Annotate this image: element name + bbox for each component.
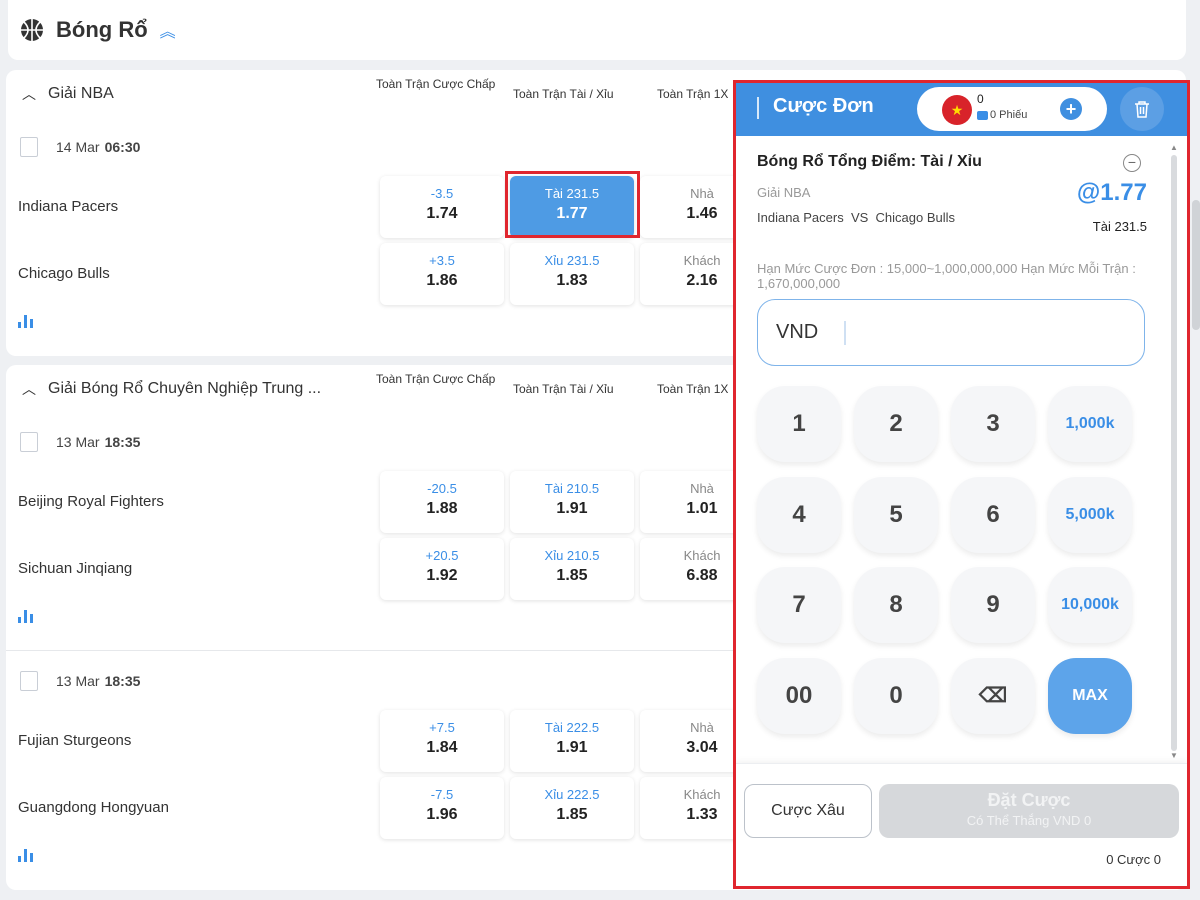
stats-icon[interactable] bbox=[18, 848, 36, 862]
text-cursor bbox=[844, 321, 846, 345]
scroll-down-icon[interactable]: ▼ bbox=[1170, 751, 1178, 760]
bet-league: Giải NBA bbox=[757, 185, 811, 200]
league-name: Giải NBA bbox=[48, 85, 114, 102]
bet-pick: Tài 231.5 bbox=[1092, 219, 1147, 234]
bet-odds: @1.77 bbox=[1076, 179, 1147, 206]
keypad-key[interactable]: 3 bbox=[951, 386, 1035, 462]
keypad-key[interactable]: 1 bbox=[757, 386, 841, 462]
page-scrollbar[interactable] bbox=[1192, 200, 1200, 330]
bet-market-title: Bóng Rổ Tổng Điểm: Tài / Xỉu bbox=[757, 153, 982, 170]
chevron-up-icon[interactable]: ︿ bbox=[22, 84, 36, 104]
potential-win-label: Có Thể Thắng VND 0 bbox=[966, 813, 1092, 828]
remove-bet-icon[interactable]: − bbox=[1123, 154, 1141, 172]
scroll-thumb[interactable] bbox=[1171, 155, 1177, 751]
bookmark-icon[interactable] bbox=[20, 137, 38, 157]
column-header-over-under: Toàn Trận Tài / Xỉu bbox=[513, 382, 614, 396]
league-toggle[interactable]: ︿ Giải Bóng Rổ Chuyên Nghiệp Trung ... bbox=[22, 379, 321, 399]
vietnam-flag-icon: ★ bbox=[942, 95, 972, 125]
odds-button[interactable]: Xỉu 210.5 1.85 bbox=[510, 538, 634, 600]
stats-icon[interactable] bbox=[18, 314, 36, 328]
quick-stake-key[interactable]: 10,000k bbox=[1048, 567, 1132, 643]
bet-limits: Hạn Mức Cược Đơn : 15,000~1,000,000,000 … bbox=[757, 261, 1136, 291]
quick-stake-key[interactable]: 1,000k bbox=[1048, 386, 1132, 462]
team-away: Chicago Bulls bbox=[18, 265, 110, 282]
bet-count-summary: 0 Cược 0 bbox=[1106, 852, 1161, 867]
odds-button[interactable]: -7.5 1.96 bbox=[380, 777, 504, 839]
stake-input[interactable]: VND bbox=[757, 299, 1145, 366]
sport-header: Bóng Rổ ︽ bbox=[8, 0, 1186, 60]
keypad-key[interactable]: 2 bbox=[854, 386, 938, 462]
scrollbar[interactable]: ▲ ▼ bbox=[1169, 143, 1179, 763]
team-away: Guangdong Hongyuan bbox=[18, 799, 169, 816]
bookmark-icon[interactable] bbox=[20, 671, 38, 691]
odds-button[interactable]: +3.5 1.86 bbox=[380, 243, 504, 305]
keypad-key[interactable]: 0 bbox=[854, 658, 938, 734]
team-home: Indiana Pacers bbox=[18, 198, 119, 215]
column-header-1x2: Toàn Trận 1X bbox=[657, 382, 729, 396]
ticket-icon bbox=[977, 110, 988, 120]
column-header-1x2: Toàn Trận 1X bbox=[657, 87, 729, 101]
team-away: Sichuan Jinqiang bbox=[18, 560, 133, 577]
column-header-handicap: Toàn Trận Cược Chấp bbox=[376, 77, 496, 91]
match-date: 13 Mar 18:35 bbox=[20, 432, 140, 452]
max-stake-button[interactable]: MAX bbox=[1048, 658, 1132, 734]
keypad-key[interactable]: 8 bbox=[854, 567, 938, 643]
odds-button[interactable]: Tài 210.5 1.91 bbox=[510, 471, 634, 533]
place-bet-button[interactable]: Đặt Cược Có Thể Thắng VND 0 bbox=[879, 784, 1179, 838]
currency-label: VND bbox=[776, 321, 819, 343]
bet-slip-footer: Cược Xâu Đặt Cược Có Thể Thắng VND 0 0 C… bbox=[736, 763, 1187, 886]
chevron-up-icon[interactable]: ︿ bbox=[22, 379, 36, 399]
odds-button[interactable]: -3.5 1.74 bbox=[380, 176, 504, 238]
chevron-up-double-icon[interactable]: ︽ bbox=[160, 18, 176, 42]
match-date: 14 Mar 06:30 bbox=[20, 137, 140, 157]
keypad-key[interactable]: 9 bbox=[951, 567, 1035, 643]
column-header-over-under: Toàn Trận Tài / Xỉu bbox=[513, 87, 614, 101]
odds-button[interactable]: -20.5 1.88 bbox=[380, 471, 504, 533]
ticket-count: 0 Phiếu bbox=[977, 109, 1027, 121]
league-name: Giải Bóng Rổ Chuyên Nghiệp Trung ... bbox=[48, 380, 322, 397]
add-icon[interactable]: + bbox=[1060, 98, 1082, 120]
place-bet-label: Đặt Cược bbox=[987, 790, 1071, 810]
odds-button[interactable]: +7.5 1.84 bbox=[380, 710, 504, 772]
scroll-up-icon[interactable]: ▲ bbox=[1170, 143, 1178, 152]
odds-button[interactable]: Xỉu 231.5 1.83 bbox=[510, 243, 634, 305]
selection-highlight bbox=[505, 171, 640, 238]
team-home: Fujian Sturgeons bbox=[18, 732, 132, 749]
match-date: 13 Mar 18:35 bbox=[20, 671, 140, 691]
bet-matchup: Indiana Pacers VS Chicago Bulls bbox=[757, 210, 956, 225]
ticket-counter[interactable]: ★ 0 0 Phiếu + bbox=[917, 87, 1107, 131]
odds-button[interactable]: Xỉu 222.5 1.85 bbox=[510, 777, 634, 839]
quick-stake-key[interactable]: 5,000k bbox=[1048, 477, 1132, 553]
bet-slip-title: Cược Đơn bbox=[773, 95, 874, 117]
basketball-icon bbox=[21, 19, 43, 41]
trash-icon[interactable] bbox=[1120, 87, 1164, 131]
team-home: Beijing Royal Fighters bbox=[18, 493, 164, 510]
backspace-icon[interactable]: ⌫ bbox=[951, 658, 1035, 734]
keypad-key[interactable]: 5 bbox=[854, 477, 938, 553]
column-header-handicap: Toàn Trận Cược Chấp bbox=[376, 372, 496, 386]
stats-icon[interactable] bbox=[18, 609, 36, 623]
keypad-key[interactable]: 4 bbox=[757, 477, 841, 553]
keypad-key[interactable]: 6 bbox=[951, 477, 1035, 553]
bet-count: 0 bbox=[977, 92, 984, 106]
league-toggle[interactable]: ︿ Giải NBA bbox=[22, 84, 114, 104]
bet-slip-panel: Cược Đơn ★ 0 0 Phiếu + Bóng Rổ Tổng Điểm… bbox=[736, 83, 1187, 886]
odds-button[interactable]: +20.5 1.92 bbox=[380, 538, 504, 600]
keypad-key[interactable]: 00 bbox=[757, 658, 841, 734]
bet-slip-header: Cược Đơn ★ 0 0 Phiếu + bbox=[736, 83, 1187, 136]
odds-button[interactable]: Tài 222.5 1.91 bbox=[510, 710, 634, 772]
bookmark-icon[interactable] bbox=[20, 432, 38, 452]
parlay-button[interactable]: Cược Xâu bbox=[744, 784, 872, 838]
sport-title: Bóng Rổ bbox=[56, 17, 148, 42]
title-accent bbox=[757, 97, 759, 119]
keypad-key[interactable]: 7 bbox=[757, 567, 841, 643]
